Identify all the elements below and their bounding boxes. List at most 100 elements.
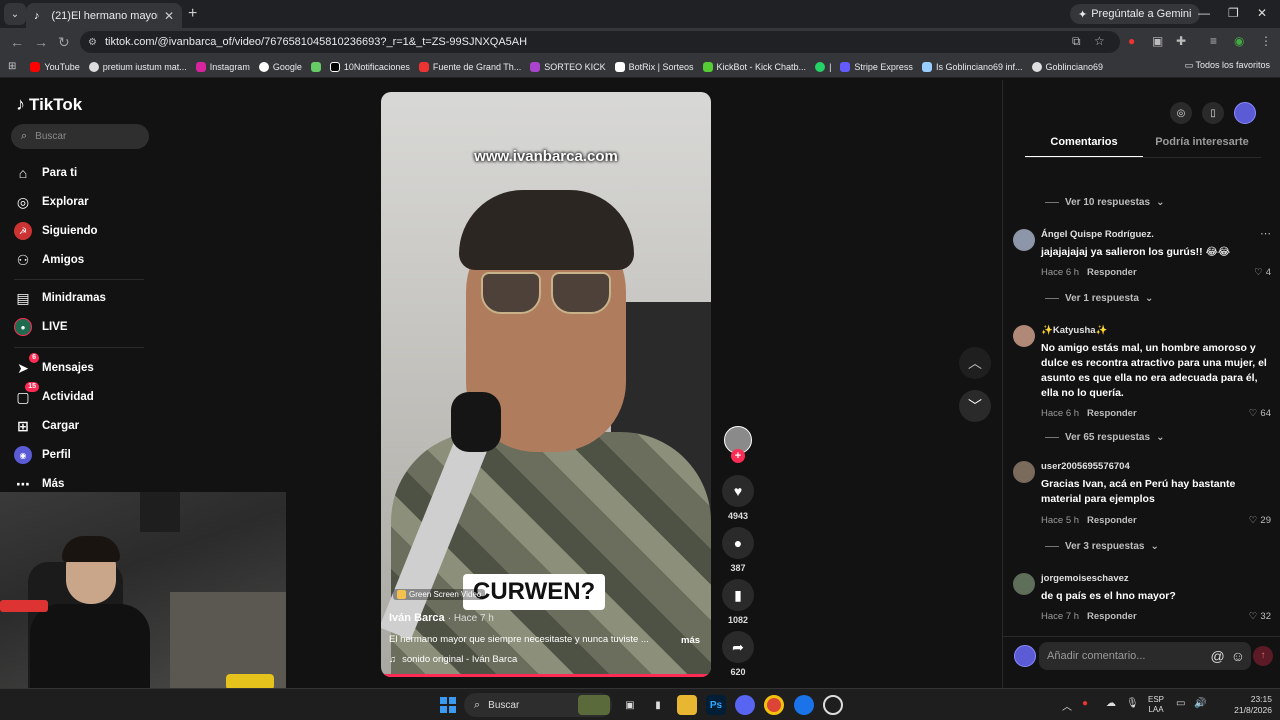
- bookmark-grand-theft[interactable]: Fuente de Grand Th...: [418, 61, 521, 72]
- comment-username[interactable]: Ángel Quispe Rodríguez.: [1041, 229, 1154, 240]
- install-app-icon[interactable]: ⧉: [1072, 34, 1081, 49]
- tab-comentarios[interactable]: Comentarios: [1025, 136, 1143, 158]
- commenter-avatar[interactable]: [1013, 461, 1035, 483]
- commenter-avatar[interactable]: [1013, 325, 1035, 347]
- sidebar-item-actividad[interactable]: ▢ 15 Actividad: [14, 382, 94, 406]
- reply-button[interactable]: Responder: [1087, 515, 1137, 526]
- search-input[interactable]: ⌕ Buscar: [11, 124, 149, 149]
- view-replies-button[interactable]: Ver 1 respuesta ⌄: [1045, 293, 1153, 304]
- reload-icon[interactable]: ↻: [58, 34, 70, 51]
- chrome-icon[interactable]: [764, 695, 784, 715]
- task-view-icon[interactable]: ▣: [620, 695, 640, 715]
- discord-icon[interactable]: [735, 695, 755, 715]
- comment-button[interactable]: ●: [722, 527, 754, 559]
- forward-icon[interactable]: →: [34, 34, 48, 50]
- microphone-icon[interactable]: 🎙: [1126, 698, 1139, 709]
- restore-icon[interactable]: ❐: [1228, 6, 1239, 20]
- comment-options-icon[interactable]: ⋯: [1260, 227, 1271, 240]
- video-player[interactable]: www.ivanbarca.com CURWEN? Green Screen V…: [381, 92, 711, 677]
- bookmark-google[interactable]: Google: [258, 61, 302, 72]
- bookmark-star-icon[interactable]: ☆: [1094, 34, 1105, 48]
- like-button[interactable]: ♥: [722, 475, 754, 507]
- tray-app-icon[interactable]: ●: [1082, 698, 1088, 709]
- tray-chevron-icon[interactable]: ︿: [1062, 698, 1072, 713]
- share-button[interactable]: ➦: [722, 631, 754, 663]
- view-replies-button[interactable]: Ver 10 respuestas ⌄: [1045, 197, 1164, 208]
- sidebar-item-amigos[interactable]: ⚇ Amigos: [14, 251, 84, 269]
- sidebar-item-perfil[interactable]: ◉ Perfil: [14, 446, 71, 464]
- taskbar-app-icon[interactable]: ▮: [648, 695, 668, 715]
- network-icon[interactable]: ▭: [1176, 698, 1185, 709]
- bookmark-goblinciano-info[interactable]: Is Goblinciano69 inf...: [921, 61, 1023, 72]
- extension-icon[interactable]: ▣: [1152, 34, 1163, 48]
- bookmark-botrix[interactable]: BotRix | Sorteos: [614, 61, 694, 72]
- bookmark-x-notifications[interactable]: 10Notificaciones: [329, 61, 410, 72]
- video-sound-link[interactable]: ♫ sonido original - Iván Barca: [389, 654, 517, 665]
- minimize-icon[interactable]: —: [1198, 6, 1210, 20]
- sidebar-item-cargar[interactable]: ⊞ Cargar: [14, 417, 79, 435]
- description-more-button[interactable]: más: [681, 635, 700, 646]
- bookmark-kickbot[interactable]: KickBot - Kick Chatb...: [702, 61, 806, 72]
- device-icon[interactable]: ▯: [1202, 102, 1224, 124]
- commenter-avatar[interactable]: [1013, 573, 1035, 595]
- sidebar-item-mas[interactable]: ⋯ Más: [14, 475, 64, 493]
- comment-username[interactable]: user2005695576704: [1041, 461, 1130, 472]
- next-video-button[interactable]: ﹀: [959, 390, 991, 422]
- previous-video-button[interactable]: ︿: [959, 347, 991, 379]
- profile-icon[interactable]: ◉: [1234, 34, 1244, 48]
- extensions-puzzle-icon[interactable]: ✚: [1176, 34, 1186, 48]
- emoji-icon[interactable]: ☺: [1231, 648, 1245, 664]
- video-progress-bar[interactable]: [381, 674, 711, 677]
- apps-grid-icon[interactable]: ⊞: [8, 61, 16, 72]
- comment-like-button[interactable]: ♡ 4: [1254, 267, 1271, 278]
- taskbar-clock[interactable]: 23:15 21/8/2026: [1226, 694, 1272, 716]
- back-icon[interactable]: ←: [10, 34, 24, 50]
- file-explorer-icon[interactable]: [677, 695, 697, 715]
- reply-button[interactable]: Responder: [1087, 611, 1137, 622]
- tiktok-logo[interactable]: ♪ TikTok: [16, 94, 82, 115]
- comment-username[interactable]: ✨Katyusha✨: [1041, 325, 1107, 336]
- close-window-icon[interactable]: ✕: [1257, 6, 1267, 20]
- language-indicator[interactable]: ESP LAA: [1148, 695, 1164, 715]
- comment-input[interactable]: Añadir comentario... @ ☺: [1039, 642, 1251, 670]
- bookmark-pinwheel[interactable]: [310, 61, 321, 72]
- bookmark-youtube[interactable]: YouTube: [30, 61, 80, 72]
- tray-cloud-icon[interactable]: ☁: [1106, 698, 1116, 709]
- sidebar-item-mensajes[interactable]: ➤ 6 Mensajes: [14, 353, 94, 377]
- comment-like-button[interactable]: ♡ 29: [1249, 515, 1271, 526]
- tab-close-icon[interactable]: ✕: [164, 9, 174, 23]
- view-replies-button[interactable]: Ver 3 respuestas ⌄: [1045, 541, 1159, 552]
- menu-dots-icon[interactable]: ⋮: [1260, 34, 1272, 48]
- media-icon[interactable]: ≡: [1210, 34, 1217, 48]
- browser-tab[interactable]: ♪ (21)El hermano mayor que siempre ✕: [26, 3, 182, 28]
- obs-icon[interactable]: [823, 695, 843, 715]
- sidebar-item-minidramas[interactable]: ▤ Minidramas: [14, 289, 106, 307]
- commenter-avatar[interactable]: [1013, 229, 1035, 251]
- sidebar-item-explorar[interactable]: ◎ Explorar: [14, 193, 89, 211]
- sidebar-item-live[interactable]: ● LIVE: [14, 318, 68, 336]
- save-button[interactable]: ▮: [722, 579, 754, 611]
- bookmark-sorteo-kick[interactable]: SORTEO KICK: [530, 61, 606, 72]
- explore-compass-icon[interactable]: ◎: [1170, 102, 1192, 124]
- green-screen-effect-tag[interactable]: Green Screen Video: [393, 589, 486, 600]
- video-author[interactable]: Iván Barca · Hace 7 h: [389, 612, 494, 624]
- comment-like-button[interactable]: ♡ 32: [1249, 611, 1271, 622]
- bookmark-goblinciano[interactable]: Goblinciano69: [1031, 61, 1103, 72]
- reply-button[interactable]: Responder: [1087, 408, 1137, 419]
- new-tab-button[interactable]: +: [188, 5, 197, 23]
- record-extension-icon[interactable]: ●: [1128, 34, 1135, 48]
- bookmark-instagram[interactable]: Instagram: [195, 61, 250, 72]
- tab-podria-interesarte[interactable]: Podría interesarte: [1143, 136, 1261, 158]
- sidebar-item-para-ti[interactable]: ⌂ Para ti: [14, 164, 77, 182]
- photoshop-icon[interactable]: Ps: [706, 695, 726, 715]
- follow-button[interactable]: +: [731, 449, 745, 463]
- reply-button[interactable]: Responder: [1087, 267, 1137, 278]
- bookmark-whatsapp[interactable]: |: [815, 61, 831, 72]
- comment-like-button[interactable]: ♡ 64: [1249, 408, 1271, 419]
- comment-username[interactable]: jorgemoiseschavez: [1041, 573, 1129, 584]
- volume-icon[interactable]: 🔊: [1194, 698, 1206, 709]
- site-info-icon[interactable]: ⚙: [88, 37, 97, 48]
- bookmark-pretium[interactable]: pretium iustum mat...: [88, 61, 187, 72]
- all-bookmarks-folder[interactable]: ▭ Todos los favoritos: [1185, 60, 1270, 71]
- taskbar-widget-icon[interactable]: [578, 695, 610, 715]
